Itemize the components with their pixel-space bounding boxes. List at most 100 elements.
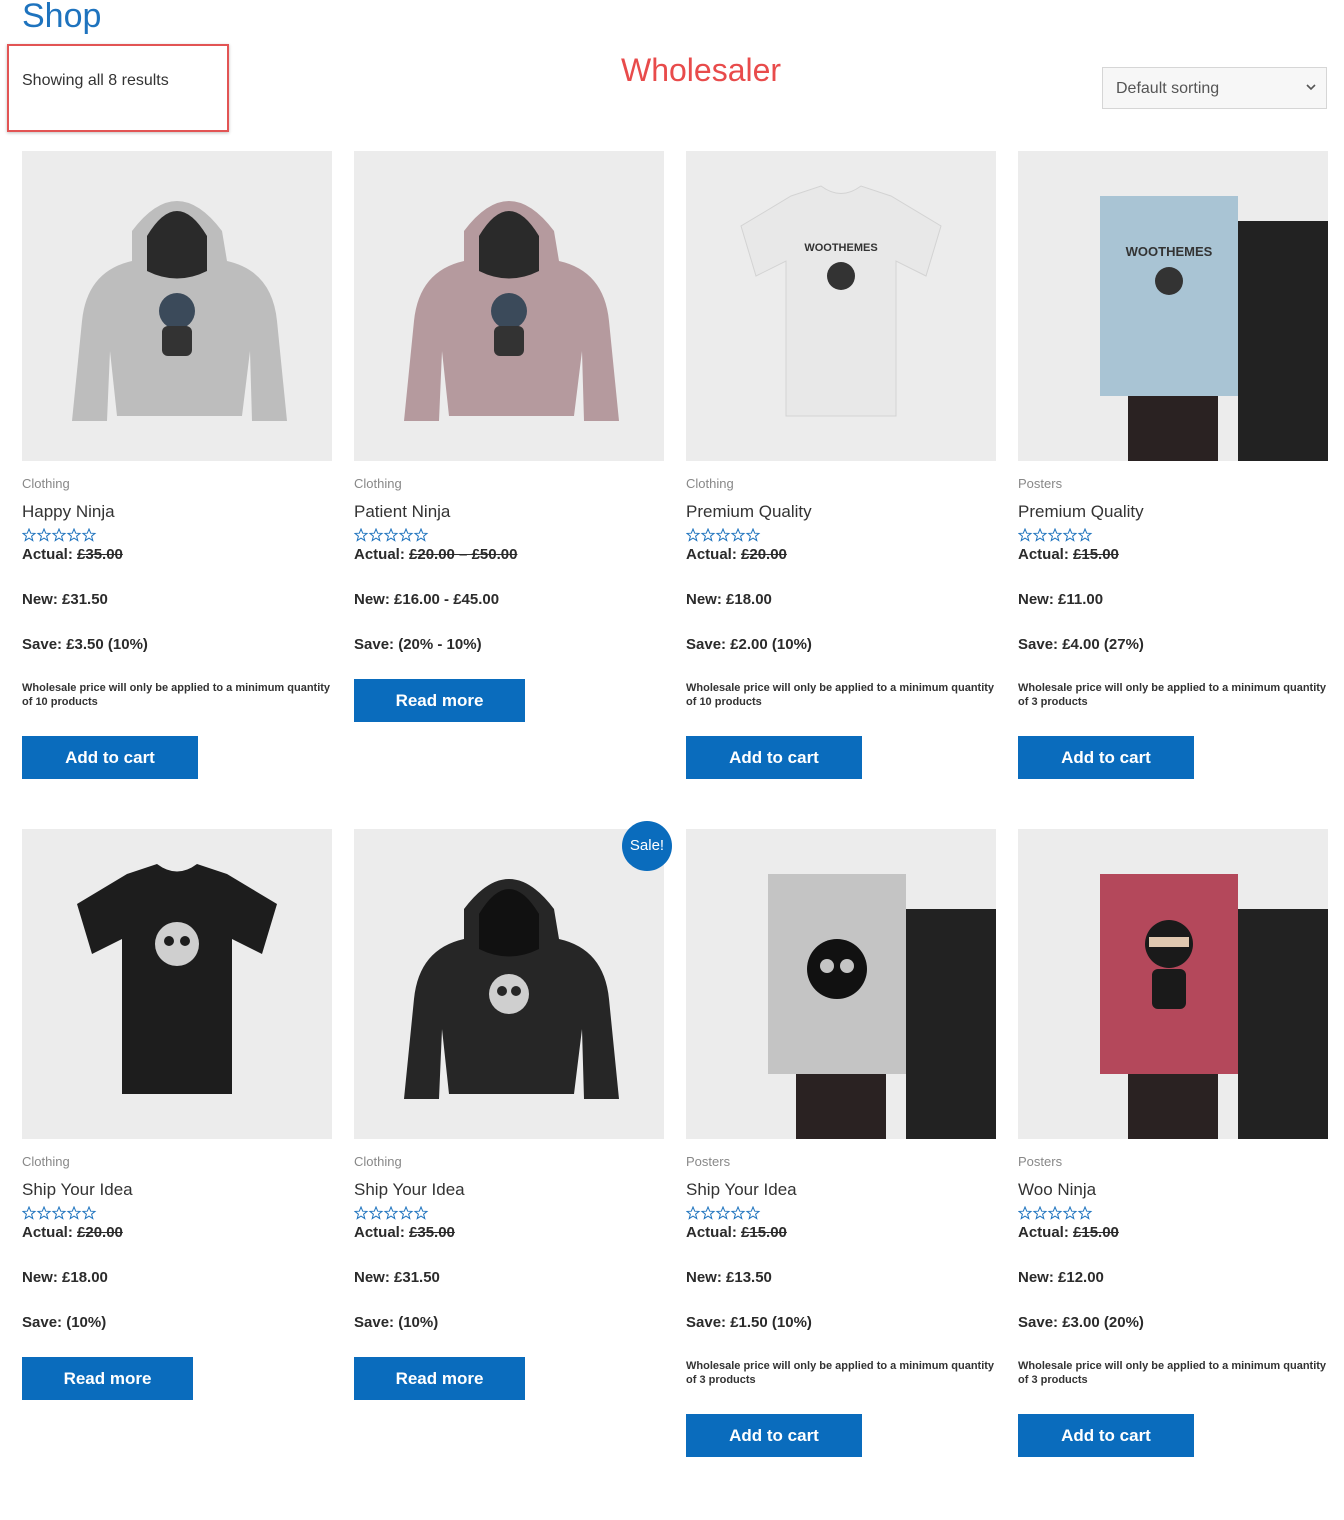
- savings: Save: (20% - 10%): [354, 636, 482, 653]
- savings: Save: £2.00 (10%): [686, 636, 812, 653]
- product-card: Sale! Clothing Ship Your Idea Actual: £3…: [353, 821, 672, 1457]
- actual-price-value: £35.00: [77, 546, 123, 563]
- star-icons: [21, 1205, 97, 1220]
- savings: Save: £3.00 (20%): [1018, 1314, 1144, 1331]
- chevron-down-icon: [1306, 84, 1316, 91]
- product-category: Clothing: [354, 476, 402, 491]
- star-icons: [353, 527, 429, 542]
- actual-price-label: Actual:: [686, 546, 742, 563]
- savings: Save: (10%): [22, 1314, 107, 1331]
- product-image[interactable]: [22, 151, 332, 461]
- product-title[interactable]: Woo Ninja: [1018, 1180, 1328, 1200]
- wholesale-notice: Wholesale price will only be applied to …: [22, 682, 331, 708]
- product-title[interactable]: Ship Your Idea: [354, 1180, 664, 1200]
- star-icons: [685, 527, 761, 542]
- star-rating: [21, 527, 332, 542]
- product-title[interactable]: Premium Quality: [1018, 502, 1328, 522]
- add-to-cart-button[interactable]: Add to cart: [686, 736, 862, 779]
- wholesale-notice: Wholesale price will only be applied to …: [686, 1360, 995, 1386]
- actual-price-value: £35.00: [409, 1224, 455, 1241]
- product-category: Posters: [1018, 1154, 1063, 1169]
- star-rating: [1017, 527, 1328, 542]
- actual-price: Actual: £20.00: [22, 1224, 332, 1242]
- actual-price-label: Actual:: [354, 546, 410, 563]
- actual-price-value: £20.00: [741, 546, 787, 563]
- savings: Save: £1.50 (10%): [686, 1314, 812, 1331]
- role-annotation: Wholesaler: [621, 52, 782, 88]
- page-title: Shop: [22, 0, 102, 35]
- new-price: New: £18.00: [22, 1269, 108, 1286]
- savings: Save: £3.50 (10%): [22, 636, 148, 653]
- add-to-cart-button[interactable]: Add to cart: [1018, 1414, 1194, 1457]
- actual-price-label: Actual:: [354, 1224, 410, 1241]
- read-more-button[interactable]: Read more: [354, 1357, 525, 1400]
- new-price: New: £13.50: [686, 1269, 772, 1286]
- product-grid: Clothing Happy Ninja Actual: £35.00 New:…: [21, 151, 1328, 1457]
- product-card: Clothing Happy Ninja Actual: £35.00 New:…: [21, 151, 332, 779]
- actual-price: Actual: £35.00: [354, 1224, 664, 1242]
- star-icons: [1017, 1205, 1093, 1220]
- star-rating: [685, 1205, 996, 1220]
- add-to-cart-button[interactable]: Add to cart: [1018, 736, 1194, 779]
- star-icons: [21, 527, 97, 542]
- product-card: Posters Woo Ninja Actual: £15.00 New: £1…: [1017, 829, 1328, 1457]
- actual-price-label: Actual:: [22, 546, 78, 563]
- new-price: New: £11.00: [1018, 591, 1104, 608]
- wholesale-notice: Wholesale price will only be applied to …: [1018, 682, 1327, 708]
- wholesale-notice: Wholesale price will only be applied to …: [686, 682, 995, 708]
- product-image[interactable]: [22, 829, 332, 1139]
- actual-price-value: £15.00: [741, 1224, 787, 1241]
- new-price: New: £18.00: [686, 591, 772, 608]
- actual-price: Actual: £15.00: [1018, 1224, 1328, 1242]
- savings: Save: (10%): [354, 1314, 439, 1331]
- star-rating: [353, 1205, 664, 1220]
- actual-price-label: Actual:: [686, 1224, 742, 1241]
- actual-price-value: £20.00 – £50.00: [409, 546, 518, 563]
- product-category: Posters: [686, 1154, 731, 1169]
- new-price: New: £31.50: [22, 591, 108, 608]
- product-title[interactable]: Ship Your Idea: [686, 1180, 996, 1200]
- product-image[interactable]: WOOTHEMES: [1018, 151, 1328, 461]
- actual-price: Actual: £35.00: [22, 546, 332, 564]
- product-category: Clothing: [354, 1154, 402, 1169]
- star-rating: [353, 527, 664, 542]
- new-price: New: £12.00: [1018, 1269, 1104, 1286]
- product-category: Clothing: [22, 476, 70, 491]
- product-card: WOOTHEMES Posters Premium Quality Actual…: [1017, 151, 1328, 779]
- product-image[interactable]: [686, 829, 996, 1139]
- star-rating: [1017, 1205, 1328, 1220]
- read-more-button[interactable]: Read more: [354, 679, 525, 722]
- highlight-annotation-box: [7, 44, 229, 132]
- product-title[interactable]: Happy Ninja: [22, 502, 332, 522]
- actual-price: Actual: £20.00: [686, 546, 996, 564]
- add-to-cart-button[interactable]: Add to cart: [686, 1414, 862, 1457]
- actual-price-value: £20.00: [77, 1224, 123, 1241]
- product-category: Posters: [1018, 476, 1063, 491]
- savings: Save: £4.00 (27%): [1018, 636, 1144, 653]
- svg-text:WOOTHEMES: WOOTHEMES: [1126, 244, 1213, 259]
- star-rating: [21, 1205, 332, 1220]
- add-to-cart-button[interactable]: Add to cart: [22, 736, 198, 779]
- product-image[interactable]: [1018, 829, 1328, 1139]
- read-more-button[interactable]: Read more: [22, 1357, 193, 1400]
- star-icons: [685, 1205, 761, 1220]
- product-card: WOOTHEMES Clothing Premium Quality Actua…: [685, 151, 996, 779]
- product-title[interactable]: Ship Your Idea: [22, 1180, 332, 1200]
- new-price: New: £31.50: [354, 1269, 440, 1286]
- sorting-select[interactable]: Default sorting: [1102, 67, 1327, 109]
- svg-text:WOOTHEMES: WOOTHEMES: [804, 242, 877, 254]
- product-card: Posters Ship Your Idea Actual: £15.00 Ne…: [685, 829, 996, 1457]
- product-image[interactable]: [354, 829, 664, 1139]
- actual-price-label: Actual:: [1018, 546, 1074, 563]
- actual-price: Actual: £15.00: [686, 1224, 996, 1242]
- product-image[interactable]: [354, 151, 664, 461]
- product-title[interactable]: Patient Ninja: [354, 502, 664, 522]
- sale-badge: Sale!: [622, 821, 672, 871]
- product-image[interactable]: WOOTHEMES: [686, 151, 996, 461]
- product-title[interactable]: Premium Quality: [686, 502, 996, 522]
- product-category: Clothing: [22, 1154, 70, 1169]
- new-price: New: £16.00 - £45.00: [354, 591, 500, 608]
- star-rating: [685, 527, 996, 542]
- product-category: Clothing: [686, 476, 734, 491]
- actual-price-label: Actual:: [1018, 1224, 1074, 1241]
